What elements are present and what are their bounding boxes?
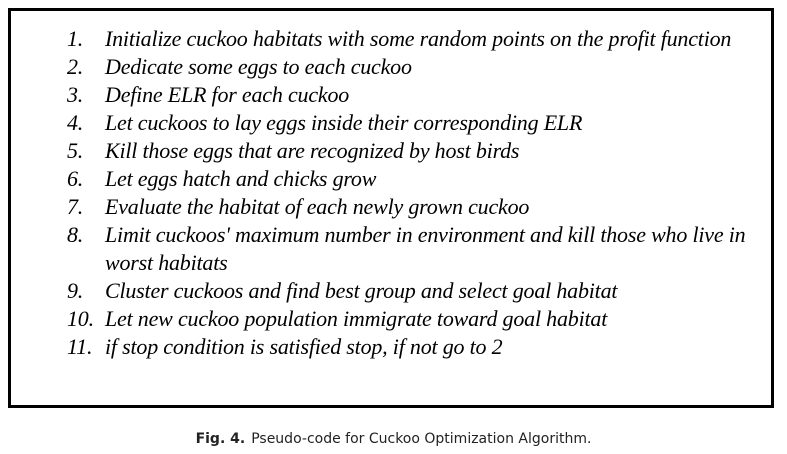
step-number: 7. <box>67 194 84 219</box>
step-text: Evaluate the habitat of each newly grown… <box>105 194 530 219</box>
step-text: Initialize cuckoo habitats with some ran… <box>105 26 732 51</box>
step-number: 6. <box>67 166 84 191</box>
step-8: 8. Limit cuckoos' maximum number in envi… <box>67 221 757 277</box>
figure-caption: Fig. 4. Pseudo-code for Cuckoo Optimizati… <box>0 430 787 448</box>
step-text: Let cuckoos to lay eggs inside their cor… <box>105 110 583 135</box>
step-2: 2. Dedicate some eggs to each cuckoo <box>67 53 757 81</box>
step-text: Dedicate some eggs to each cuckoo <box>105 54 412 79</box>
step-number: 5. <box>67 138 84 163</box>
step-text: Limit cuckoos' maximum number in environ… <box>105 222 746 275</box>
step-7: 7. Evaluate the habitat of each newly gr… <box>67 193 757 221</box>
pseudo-code-steps: 1. Initialize cuckoo habitats with some … <box>67 25 757 361</box>
step-4: 4. Let cuckoos to lay eggs inside their … <box>67 109 757 137</box>
step-10: 10. Let new cuckoo population immigrate … <box>67 305 757 333</box>
caption-label: Fig. 4. <box>195 431 246 447</box>
step-number: 1. <box>67 26 84 51</box>
step-number: 4. <box>67 110 84 135</box>
step-9: 9. Cluster cuckoos and find best group a… <box>67 277 757 305</box>
step-number: 3. <box>67 82 84 107</box>
step-text: Cluster cuckoos and find best group and … <box>105 278 618 303</box>
step-text: if stop condition is satisfied stop, if … <box>105 334 503 359</box>
step-11: 11. if stop condition is satisfied stop,… <box>67 333 757 361</box>
step-number: 8. <box>67 222 84 247</box>
step-text: Define ELR for each cuckoo <box>105 82 350 107</box>
step-text: Let new cuckoo population immigrate towa… <box>105 306 608 331</box>
step-text: Kill those eggs that are recognized by h… <box>105 138 520 163</box>
step-text: Let eggs hatch and chicks grow <box>105 166 377 191</box>
step-number: 9. <box>67 278 84 303</box>
step-5: 5. Kill those eggs that are recognized b… <box>67 137 757 165</box>
step-1: 1. Initialize cuckoo habitats with some … <box>67 25 757 53</box>
step-number: 10. <box>67 306 94 331</box>
caption-text: Pseudo-code for Cuckoo Optimization Algo… <box>251 431 592 447</box>
pseudo-code-box: 1. Initialize cuckoo habitats with some … <box>8 8 774 408</box>
step-3: 3. Define ELR for each cuckoo <box>67 81 757 109</box>
step-number: 11. <box>67 334 93 359</box>
step-6: 6. Let eggs hatch and chicks grow <box>67 165 757 193</box>
step-number: 2. <box>67 54 84 79</box>
